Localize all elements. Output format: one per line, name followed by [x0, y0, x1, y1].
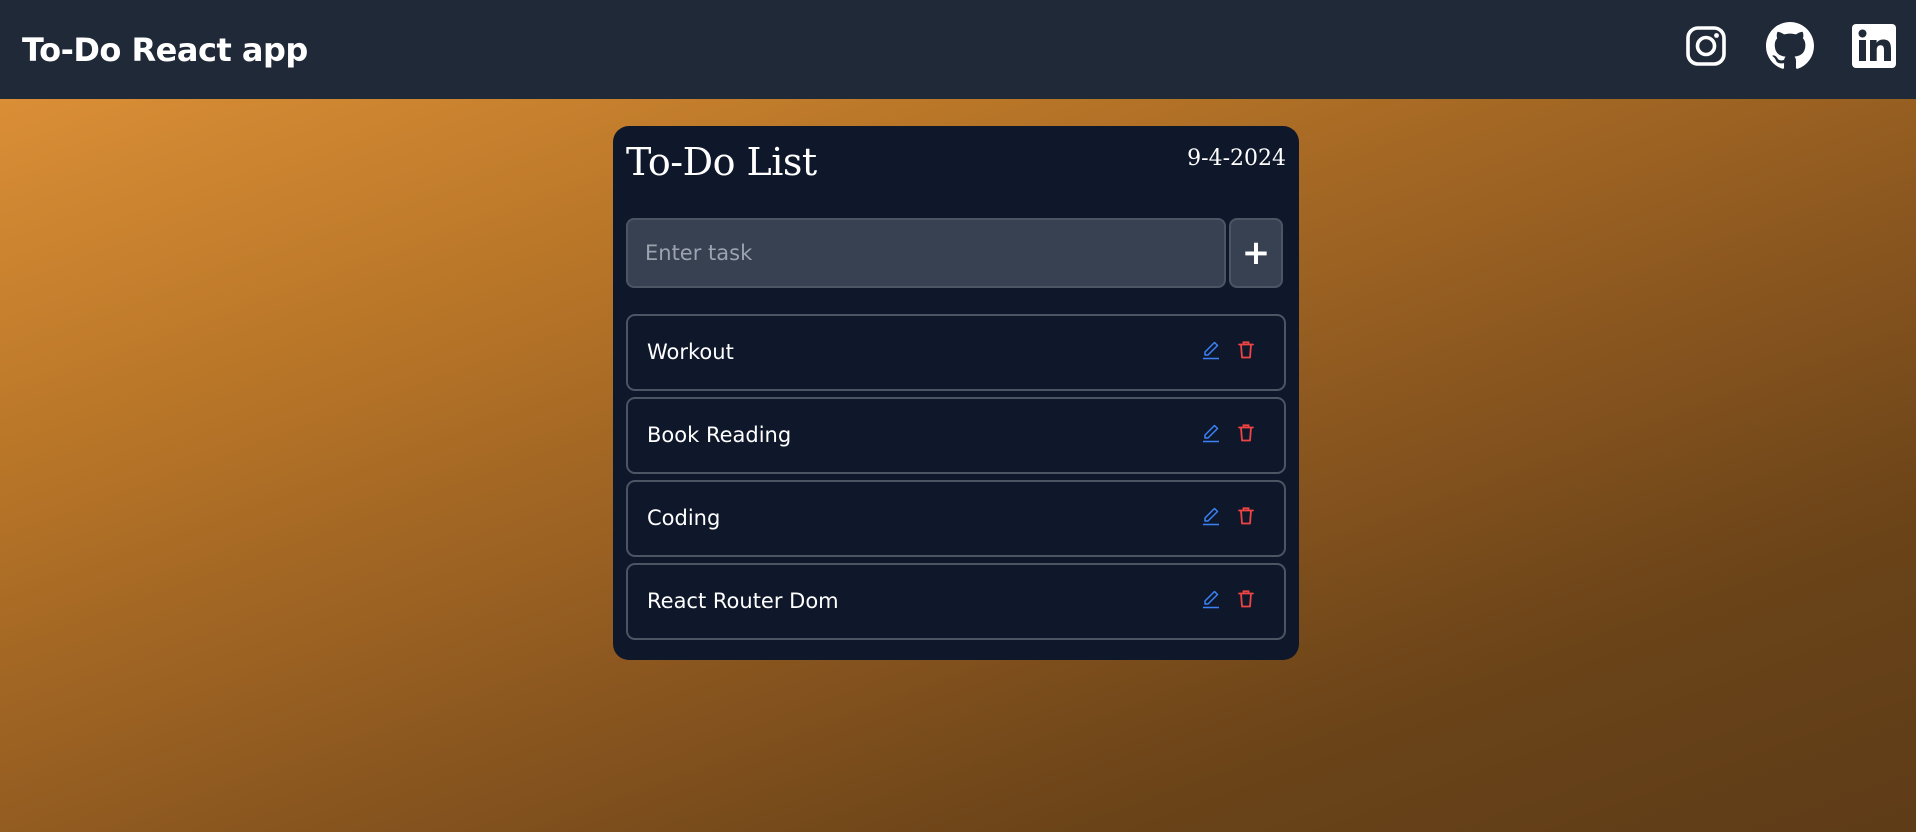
delete-task-button[interactable]: [1237, 340, 1255, 360]
task-list: Workout Book Reading Coding React Router…: [626, 314, 1286, 646]
card-title: To-Do List: [626, 140, 817, 184]
task-text: Book Reading: [647, 423, 792, 447]
trash-icon: [1238, 507, 1254, 525]
task-item: Coding: [626, 480, 1286, 557]
trash-icon: [1238, 424, 1254, 442]
edit-task-button[interactable]: [1202, 589, 1220, 609]
instagram-link[interactable]: [1682, 22, 1730, 70]
task-item: Workout: [626, 314, 1286, 391]
instagram-icon: [1686, 26, 1726, 66]
edit-icon: [1203, 507, 1219, 526]
app-brand[interactable]: To-Do React app: [22, 31, 308, 69]
task-text: Workout: [647, 340, 734, 364]
task-actions: [1202, 506, 1255, 526]
linkedin-icon: [1852, 24, 1896, 68]
task-actions: [1202, 589, 1255, 609]
linkedin-link[interactable]: [1850, 22, 1898, 70]
task-item: React Router Dom: [626, 563, 1286, 640]
task-text: React Router Dom: [647, 589, 839, 613]
social-links: [1682, 22, 1898, 70]
task-actions: [1202, 340, 1255, 360]
trash-icon: [1238, 590, 1254, 608]
delete-task-button[interactable]: [1237, 589, 1255, 609]
current-date: 9-4-2024: [1187, 146, 1286, 171]
edit-icon: [1203, 424, 1219, 443]
github-icon: [1766, 22, 1814, 69]
edit-task-button[interactable]: [1202, 340, 1220, 360]
github-link[interactable]: [1766, 22, 1814, 70]
task-text: Coding: [647, 506, 721, 530]
delete-task-button[interactable]: [1237, 506, 1255, 526]
navbar: To-Do React app: [0, 0, 1916, 99]
edit-task-button[interactable]: [1202, 506, 1220, 526]
todo-card: To-Do List 9-4-2024 + Workout: [613, 126, 1299, 660]
edit-icon: [1203, 341, 1219, 360]
task-input[interactable]: [626, 218, 1226, 288]
edit-icon: [1203, 590, 1219, 609]
trash-icon: [1238, 341, 1254, 359]
delete-task-button[interactable]: [1237, 423, 1255, 443]
task-actions: [1202, 423, 1255, 443]
add-task-button[interactable]: +: [1229, 218, 1283, 288]
task-item: Book Reading: [626, 397, 1286, 474]
edit-task-button[interactable]: [1202, 423, 1220, 443]
